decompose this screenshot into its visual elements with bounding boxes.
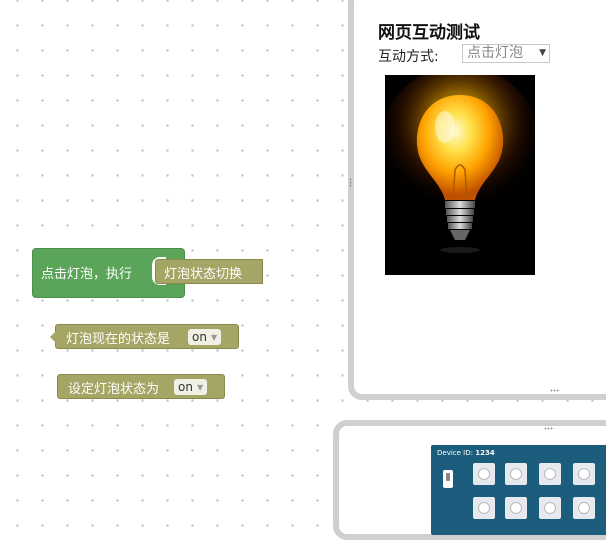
lightbulb-image[interactable] — [385, 75, 535, 275]
output-tab — [50, 331, 56, 343]
event-block-label: 点击灯泡，执行 — [41, 267, 133, 282]
toggle-block-label: 灯泡状态切换 — [164, 267, 243, 282]
state-dropdown[interactable]: on ▼ — [188, 329, 222, 345]
resize-handle-icon[interactable] — [349, 178, 352, 188]
set-state-dropdown-value: on — [178, 380, 193, 394]
device-board: Device ID: 1234 — [431, 445, 606, 535]
resize-handle-icon[interactable] — [544, 427, 554, 430]
preview-title: 网页互动测试 — [378, 23, 480, 43]
device-button[interactable] — [505, 463, 527, 485]
dropdown-arrow-icon: ▼ — [210, 333, 218, 342]
set-state-dropdown[interactable]: on ▼ — [174, 379, 208, 395]
resize-handle-icon[interactable] — [550, 389, 560, 392]
set-bulb-state-block[interactable]: 设定灯泡状态为 on ▼ — [57, 374, 225, 399]
device-button[interactable] — [473, 463, 495, 485]
device-button[interactable] — [473, 497, 495, 519]
lightbulb-icon — [385, 75, 535, 275]
interaction-mode-select[interactable]: 点击灯泡 ▼ — [462, 44, 550, 63]
device-button[interactable] — [573, 463, 595, 485]
device-button[interactable] — [539, 497, 561, 519]
bulb-state-value-block[interactable]: 灯泡现在的状态是 on ▼ — [50, 324, 239, 349]
device-button[interactable] — [539, 463, 561, 485]
device-button[interactable] — [573, 497, 595, 519]
state-value-label: 灯泡现在的状态是 — [66, 332, 171, 347]
interaction-mode-value: 点击灯泡 — [467, 45, 523, 61]
device-id-label: Device ID: 1234 — [437, 449, 495, 457]
device-id-value: 1234 — [475, 449, 495, 457]
dropdown-arrow-icon: ▼ — [196, 383, 204, 392]
select-arrow-icon: ▼ — [539, 48, 546, 58]
device-switch[interactable] — [443, 470, 453, 488]
preview-panel: 网页互动测试 互动方式: 点击灯泡 ▼ — [348, 0, 606, 400]
device-id-caption: Device ID: — [437, 449, 473, 457]
state-dropdown-value: on — [192, 330, 207, 344]
interaction-mode-label: 互动方式: — [378, 49, 439, 65]
set-state-label: 设定灯泡状态为 — [68, 382, 160, 397]
device-panel: Device ID: 1234 — [333, 420, 606, 540]
device-button[interactable] — [505, 497, 527, 519]
toggle-bulb-state-block[interactable]: 灯泡状态切换 — [155, 259, 263, 284]
